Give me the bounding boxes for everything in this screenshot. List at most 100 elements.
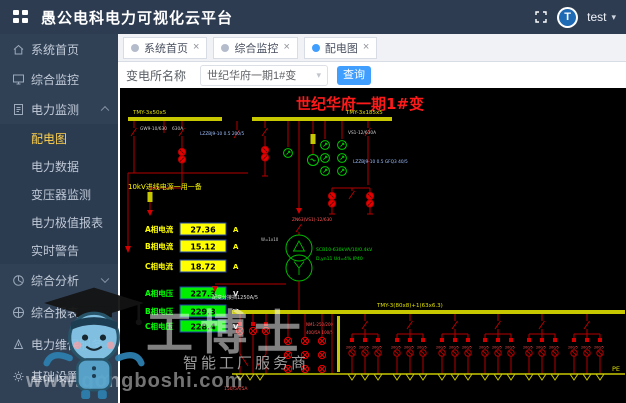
incoming-note: 10kV进线电源一用一备 [128, 182, 202, 191]
sidebar-submenu: 配电图 电力数据 变压器监测 电力极值报表 实时警告 [0, 124, 118, 264]
sidebar-item-label: 变压器监测 [31, 186, 91, 203]
lv-bus-label: TMY-3(80x8)+1(63x6.3) [376, 303, 443, 309]
single-line-diagram: 200/5 世纪华府一期1#变 TMY-3x50x5 TMY-3x185x5 [120, 88, 626, 403]
sidebar-item-label: 电力维保服务 [31, 336, 103, 353]
pe-label: PE [612, 365, 620, 373]
tab-bar: 系统首页 × 综合监控 × 配电图 × [118, 34, 626, 62]
sidebar-item-power-extreme-report[interactable]: 电力极值报表 [0, 208, 118, 236]
voltage-c-label: C相电压 [145, 321, 174, 331]
current-a-unit: A [233, 226, 239, 234]
tab-label: 系统首页 [144, 40, 188, 56]
username[interactable]: test [587, 10, 606, 24]
current-a-label: A相电流 [145, 224, 174, 234]
hv-busbars: TMY-3x50x5 TMY-3x185x5 [128, 110, 392, 121]
disconnector-current-label: 630A [172, 126, 183, 132]
vcb-label: VS1-12/630A [348, 130, 376, 136]
query-button[interactable]: 查询 [337, 66, 371, 85]
hv-bus-left-label: TMY-3x50x5 [132, 110, 167, 116]
voltage-a-label: A相电压 [145, 288, 174, 298]
sidebar-item-power-data[interactable]: 电力数据 [0, 152, 118, 180]
sidebar-item-label: 基础设置 [31, 368, 79, 385]
caret-down-icon: ▾ [611, 12, 616, 23]
sidebar-item-distribution-diagram[interactable]: 配电图 [0, 124, 118, 152]
current-a-value: 27.36 [190, 226, 216, 235]
hv-right-section: VS1-12/630A LZZBJ9-10 0.5 GFQ3 40/5 [261, 121, 408, 240]
diagram-canvas: 200/5 世纪华府一期1#变 TMY-3x50x5 TMY-3x185x5 [120, 88, 626, 403]
sidebar-item-comprehensive-analysis[interactable]: 综合分析 [0, 264, 118, 296]
sidebar-item-comprehensive-reports[interactable]: 综合报表 [0, 296, 118, 328]
tab-label: 配电图 [325, 40, 358, 56]
service-icon [12, 338, 25, 351]
fullscreen-icon[interactable] [534, 10, 548, 24]
tab-dot-icon [312, 44, 320, 52]
voltage-b-value: 229.3 [190, 308, 215, 317]
close-icon[interactable]: × [363, 42, 369, 53]
app-header: 愚公电科电力可视化云平台 T test ▾ [0, 0, 626, 34]
substation-select-value: 世纪华府一期1#变 [207, 67, 296, 83]
sidebar-item-maintenance-service[interactable]: 电力维保服务 [0, 328, 118, 360]
sidebar-item-monitoring[interactable]: 综合监控 [0, 64, 118, 94]
tab-dot-icon [131, 44, 139, 52]
current-c-unit: A [233, 263, 239, 271]
transformer: ZN63(VS1)-12/630 SCB10-630kVA/10/0.4kV D… [212, 121, 373, 310]
close-icon[interactable]: × [193, 42, 199, 53]
sidebar-item-label: 综合报表 [31, 304, 79, 321]
chevron-down-icon [101, 275, 109, 283]
tab-home[interactable]: 系统首页 × [123, 37, 207, 59]
query-bar: 变电所名称 世纪华府一期1#变 ▾ 查询 [118, 62, 626, 88]
measurement-panel: A相电流 27.36 A B相电流 15.12 A C相电流 18.72 A A… [145, 223, 239, 332]
home-icon [12, 43, 25, 56]
avatar[interactable]: T [557, 7, 578, 28]
tx-spec2-label: D,yn11 Ud=4% IP40 [316, 256, 363, 262]
tx-spec1-label: SCB10-630kVA/10/0.4kV [316, 247, 373, 253]
sidebar-item-label: 综合分析 [31, 272, 79, 289]
tab-distribution-diagram[interactable]: 配电图 × [304, 37, 377, 59]
voltage-b-label: B相电压 [145, 306, 174, 316]
chevron-down-icon [101, 371, 109, 379]
tab-monitoring[interactable]: 综合监控 × [213, 37, 297, 59]
menu-toggle-icon[interactable] [13, 10, 29, 24]
tx-breaker-label: ZN63(VS1)-12/630 [292, 217, 332, 223]
monitor-icon [12, 73, 25, 86]
sidebar-item-transformer-monitor[interactable]: 变压器监测 [0, 180, 118, 208]
report-icon [12, 306, 25, 319]
tab-dot-icon [221, 44, 229, 52]
current-b-label: B相电流 [145, 241, 174, 251]
lv-section: TMY-3(80x8)+1(63x6.3) 150/5A/5A NM1-250/… [224, 303, 625, 392]
sidebar-item-basic-settings[interactable]: 基础设置 [0, 360, 118, 392]
sidebar-item-label: 配电图 [31, 130, 67, 147]
neutral-ct-label: 150/5A/5A [224, 386, 248, 392]
hv-bus-right-label: TMY-3x185x5 [345, 110, 383, 116]
gear-icon [12, 370, 25, 383]
sidebar-item-home[interactable]: 系统首页 [0, 34, 118, 64]
tx-w-label: W=1x10 [261, 237, 279, 242]
ct2-label: LZZBJ9-10 0.5 GFQ3 40/5 [353, 159, 408, 165]
sidebar-item-power-monitor[interactable]: 电力监测 [0, 94, 118, 124]
sidebar: 系统首页 综合监控 电力监测 配电图 电力数据 变压器监测 电力极值报表 实时警… [0, 34, 118, 403]
sidebar-item-realtime-alarm[interactable]: 实时警告 [0, 236, 118, 264]
chevron-up-icon [101, 106, 109, 114]
app-title: 愚公电科电力可视化云平台 [41, 7, 233, 28]
sidebar-item-label: 电力监测 [31, 101, 79, 118]
tab-label: 综合监控 [234, 40, 278, 56]
chevron-down-icon: ▾ [316, 70, 321, 81]
substation-select[interactable]: 世纪华府一期1#变 ▾ [200, 65, 328, 86]
sidebar-item-label: 电力数据 [31, 158, 79, 175]
current-b-value: 15.12 [190, 243, 215, 252]
ct1-label: LZZBJ9-10 0.5 200/5 [200, 131, 244, 137]
sidebar-item-label: 电力极值报表 [31, 214, 103, 231]
analysis-icon [12, 274, 25, 287]
sidebar-item-label: 综合监控 [31, 71, 79, 88]
lv-breaker-label-2: 400/5A 100/5 [306, 330, 334, 335]
document-icon [12, 103, 25, 116]
sidebar-item-label: 实时警告 [31, 242, 79, 259]
sidebar-item-label: 系统首页 [31, 41, 79, 58]
lv-breaker-label-1: NM1-250/200 [306, 322, 334, 327]
current-c-value: 18.72 [190, 263, 215, 272]
close-icon[interactable]: × [283, 42, 289, 53]
current-b-unit: A [233, 243, 239, 251]
substation-name-label: 变电所名称 [126, 67, 186, 84]
chevron-down-icon [101, 307, 109, 315]
tx-tap-label: 配变分接挡1250A/5 [212, 294, 258, 301]
disconnector-label: GW9-10/630 [140, 126, 167, 132]
